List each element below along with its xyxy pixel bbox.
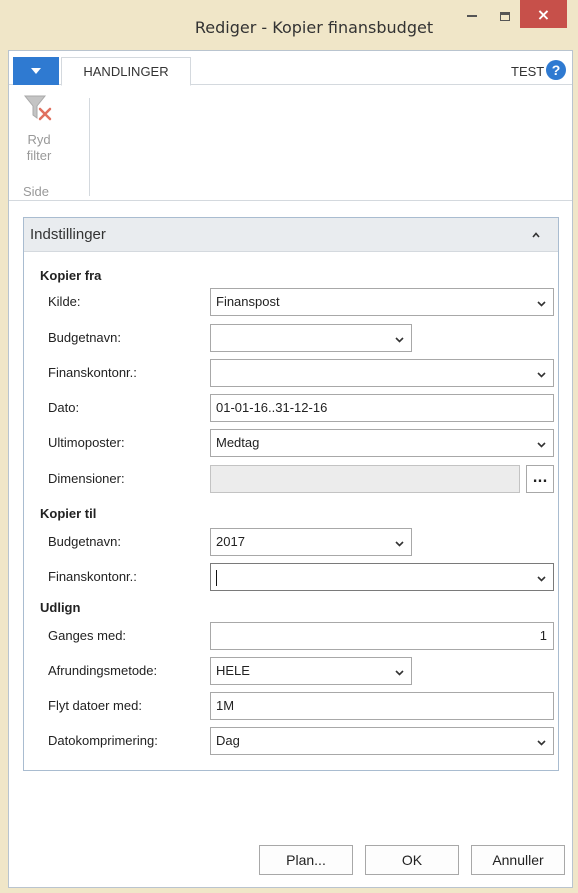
source-label: Kilde: <box>48 294 81 309</box>
gl-account-from-label: Finanskontonr.: <box>48 365 137 380</box>
ok-button[interactable]: OK <box>365 845 459 875</box>
chevron-down-icon <box>537 576 546 582</box>
dimensions-label: Dimensioner: <box>48 471 125 486</box>
minimize-button[interactable] <box>457 0 487 32</box>
rounding-method-label: Afrundingsmetode: <box>48 663 158 678</box>
date-label: Dato: <box>48 400 80 415</box>
date-compression-label: Datokomprimering: <box>48 733 158 748</box>
maximize-icon <box>500 11 510 21</box>
ribbon-group-divider <box>89 98 90 196</box>
ribbon: Ryd filter Side <box>9 86 572 201</box>
section-copy-from: Kopier fra <box>40 268 102 283</box>
dialog-window: Rediger - Kopier finansbudget × HANDLING… <box>0 0 578 893</box>
rounding-method-select[interactable]: HELE <box>210 657 412 685</box>
close-icon: × <box>536 4 551 24</box>
chevron-down-icon <box>537 740 546 746</box>
application-menu-button[interactable] <box>13 57 59 85</box>
gl-account-to-label: Finanskontonr.: <box>48 569 137 584</box>
date-compression-select[interactable]: Dag <box>210 727 554 755</box>
dimensions-field <box>210 465 520 493</box>
budget-name-from-select[interactable] <box>210 324 412 352</box>
date-change-value: 1M <box>216 698 235 713</box>
budget-name-to-select[interactable]: 2017 <box>210 528 412 556</box>
chevron-down-icon <box>537 442 546 448</box>
help-icon[interactable]: ? <box>546 60 566 80</box>
date-change-label: Flyt datoer med: <box>48 698 142 713</box>
close-button[interactable]: × <box>520 0 567 28</box>
options-panel-header[interactable]: Indstillinger <box>24 218 558 252</box>
multiply-value: 1 <box>539 628 547 643</box>
closing-entries-label: Ultimoposter: <box>48 435 125 450</box>
chevron-up-icon[interactable] <box>532 231 540 239</box>
options-panel: Indstillinger Kopier fra Kilde: Finanspo… <box>23 217 559 771</box>
cancel-button[interactable]: Annuller <box>471 845 565 875</box>
tab-handlinger[interactable]: HANDLINGER <box>61 57 191 86</box>
date-value: 01-01-16..31-12-16 <box>216 400 328 415</box>
multiply-input[interactable]: 1 <box>210 622 554 650</box>
plan-button[interactable]: Plan... <box>259 845 353 875</box>
chevron-down-icon <box>395 337 404 343</box>
dialog-content: HANDLINGER TEST ? Ryd filter Side Indsti… <box>8 50 573 888</box>
closing-entries-select[interactable]: Medtag <box>210 429 554 457</box>
options-panel-title: Indstillinger <box>30 226 106 243</box>
ribbon-group-label: Side <box>23 184 50 199</box>
chevron-down-icon <box>395 541 404 547</box>
date-compression-value: Dag <box>216 733 240 748</box>
minimize-icon <box>467 15 477 17</box>
rounding-method-value: HELE <box>216 663 250 678</box>
chevron-down-icon <box>395 670 404 676</box>
maximize-button[interactable] <box>490 0 520 32</box>
clear-filter-icon <box>23 95 52 121</box>
source-value: Finanspost <box>216 294 280 309</box>
company-name: TEST <box>511 64 545 79</box>
budget-name-to-label: Budgetnavn: <box>48 534 122 549</box>
ribbon-tab-bar: HANDLINGER TEST ? <box>9 51 572 86</box>
chevron-down-icon <box>537 301 546 307</box>
section-copy-to: Kopier til <box>40 506 97 521</box>
text-cursor <box>216 569 217 586</box>
title-bar[interactable]: Rediger - Kopier finansbudget × <box>0 0 578 50</box>
date-input[interactable]: 01-01-16..31-12-16 <box>210 394 554 422</box>
dimensions-assist-button[interactable]: ... <box>526 465 554 493</box>
gl-account-from-select[interactable] <box>210 359 554 387</box>
clear-filter-button[interactable]: Ryd filter <box>17 94 61 164</box>
section-apply: Udlign <box>40 600 81 615</box>
clear-filter-label-2: filter <box>26 148 52 163</box>
closing-entries-value: Medtag <box>216 435 260 450</box>
budget-name-from-label: Budgetnavn: <box>48 330 122 345</box>
chevron-down-icon <box>31 68 41 74</box>
budget-name-to-value: 2017 <box>216 534 245 549</box>
chevron-down-icon <box>537 372 546 378</box>
source-select[interactable]: Finanspost <box>210 288 554 316</box>
date-change-input[interactable]: 1M <box>210 692 554 720</box>
clear-filter-label-1: Ryd <box>27 132 51 147</box>
multiply-label: Ganges med: <box>48 628 127 643</box>
gl-account-to-select[interactable] <box>210 563 554 591</box>
